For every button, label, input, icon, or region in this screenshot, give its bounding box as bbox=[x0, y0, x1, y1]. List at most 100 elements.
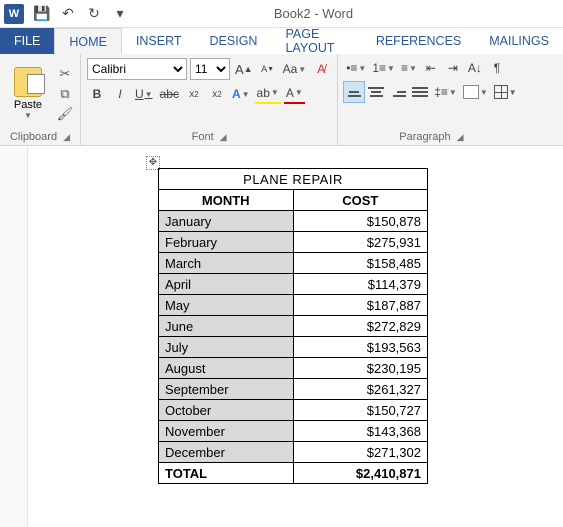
cost-cell[interactable]: $261,327 bbox=[293, 379, 428, 400]
bold-button[interactable]: B bbox=[87, 84, 107, 104]
table-row[interactable]: February$275,931 bbox=[159, 232, 428, 253]
strikethrough-button[interactable]: abc bbox=[158, 84, 181, 104]
qat-customize-icon[interactable]: ▾ bbox=[112, 6, 128, 22]
cost-cell[interactable]: $230,195 bbox=[293, 358, 428, 379]
table-row[interactable]: April$114,379 bbox=[159, 274, 428, 295]
month-cell[interactable]: March bbox=[159, 253, 294, 274]
clipboard-launcher-icon[interactable]: ◢ bbox=[63, 132, 70, 143]
undo-icon[interactable]: ↶ bbox=[60, 6, 76, 22]
month-cell[interactable]: April bbox=[159, 274, 294, 295]
month-cell[interactable]: May bbox=[159, 295, 294, 316]
month-cell[interactable]: October bbox=[159, 400, 294, 421]
table-row[interactable]: June$272,829 bbox=[159, 316, 428, 337]
cost-cell[interactable]: $150,727 bbox=[293, 400, 428, 421]
month-cell[interactable]: August bbox=[159, 358, 294, 379]
total-value-cell[interactable]: $2,410,871 bbox=[293, 463, 428, 484]
decrease-indent-icon[interactable]: ⇤ bbox=[421, 58, 441, 78]
font-name-select[interactable]: Calibri bbox=[87, 58, 187, 80]
text-effects-button[interactable]: A▼ bbox=[230, 84, 252, 104]
font-color-button[interactable]: A▼ bbox=[284, 84, 305, 104]
tab-insert[interactable]: INSERT bbox=[122, 28, 196, 54]
align-left-button[interactable] bbox=[344, 82, 364, 102]
table-row[interactable]: January$150,878 bbox=[159, 211, 428, 232]
highlight-button[interactable]: ab▼ bbox=[255, 84, 281, 104]
cost-cell[interactable]: $114,379 bbox=[293, 274, 428, 295]
table-header-row[interactable]: MONTH COST bbox=[159, 190, 428, 211]
month-cell[interactable]: September bbox=[159, 379, 294, 400]
cost-cell[interactable]: $143,368 bbox=[293, 421, 428, 442]
tab-page-layout[interactable]: PAGE LAYOUT bbox=[271, 28, 361, 54]
italic-button[interactable]: I bbox=[110, 84, 130, 104]
table-row[interactable]: August$230,195 bbox=[159, 358, 428, 379]
group-paragraph: •≡▼ 1≡▼ ≡▼ ⇤ ⇥ A↓ ¶ ‡≡▼ ▼ ▼ bbox=[338, 54, 524, 145]
subscript-button[interactable]: x2 bbox=[184, 84, 204, 104]
table-row[interactable]: December$271,302 bbox=[159, 442, 428, 463]
cost-cell[interactable]: $272,829 bbox=[293, 316, 428, 337]
table-title-cell[interactable]: PLANE REPAIR bbox=[159, 169, 428, 190]
word-app-icon: W bbox=[4, 4, 24, 24]
cost-cell[interactable]: $275,931 bbox=[293, 232, 428, 253]
bullets-button[interactable]: •≡▼ bbox=[344, 58, 368, 78]
save-icon[interactable]: 💾 bbox=[34, 6, 50, 22]
tab-mailings[interactable]: MAILINGS bbox=[475, 28, 563, 54]
underline-button[interactable]: U▼ bbox=[133, 84, 155, 104]
tab-references[interactable]: REFERENCES bbox=[362, 28, 475, 54]
borders-button[interactable]: ▼ bbox=[492, 82, 519, 102]
table-row[interactable]: September$261,327 bbox=[159, 379, 428, 400]
font-launcher-icon[interactable]: ◢ bbox=[220, 132, 227, 143]
cost-cell[interactable]: $193,563 bbox=[293, 337, 428, 358]
cost-cell[interactable]: $158,485 bbox=[293, 253, 428, 274]
sort-button[interactable]: A↓ bbox=[465, 58, 485, 78]
paste-button[interactable]: Paste ▼ bbox=[6, 58, 50, 129]
cost-cell[interactable]: $271,302 bbox=[293, 442, 428, 463]
table-row[interactable]: July$193,563 bbox=[159, 337, 428, 358]
cost-cell[interactable]: $150,878 bbox=[293, 211, 428, 232]
cost-cell[interactable]: $187,887 bbox=[293, 295, 428, 316]
change-case-button[interactable]: Aa▼ bbox=[281, 59, 309, 79]
redo-icon[interactable]: ↻ bbox=[86, 6, 102, 22]
month-cell[interactable]: July bbox=[159, 337, 294, 358]
table-title-row[interactable]: PLANE REPAIR bbox=[159, 169, 428, 190]
clear-formatting-icon[interactable]: A̸ bbox=[311, 59, 331, 79]
plane-repair-table[interactable]: PLANE REPAIR MONTH COST January$150,878F… bbox=[158, 168, 428, 484]
align-right-button[interactable] bbox=[388, 82, 408, 102]
month-cell[interactable]: November bbox=[159, 421, 294, 442]
numbering-button[interactable]: 1≡▼ bbox=[370, 58, 397, 78]
table-row[interactable]: March$158,485 bbox=[159, 253, 428, 274]
format-painter-icon[interactable]: 🖌 bbox=[56, 106, 74, 122]
table-move-handle-icon[interactable]: ✥ bbox=[146, 156, 160, 170]
document-page[interactable]: ✥ PLANE REPAIR MONTH COST January$150,87… bbox=[28, 146, 563, 527]
table-total-row[interactable]: TOTAL $2,410,871 bbox=[159, 463, 428, 484]
document-area: ✥ PLANE REPAIR MONTH COST January$150,87… bbox=[0, 146, 563, 527]
month-cell[interactable]: December bbox=[159, 442, 294, 463]
align-center-button[interactable] bbox=[366, 82, 386, 102]
month-cell[interactable]: February bbox=[159, 232, 294, 253]
header-month[interactable]: MONTH bbox=[159, 190, 294, 211]
line-spacing-button[interactable]: ‡≡▼ bbox=[432, 82, 459, 102]
month-cell[interactable]: June bbox=[159, 316, 294, 337]
font-size-select[interactable]: 11 bbox=[190, 58, 230, 80]
paragraph-launcher-icon[interactable]: ◢ bbox=[457, 132, 464, 143]
group-font: Calibri 11 A▲ A▼ Aa▼ A̸ B I U▼ abc x2 x2… bbox=[81, 54, 338, 145]
table-row[interactable]: May$187,887 bbox=[159, 295, 428, 316]
multilevel-list-button[interactable]: ≡▼ bbox=[399, 58, 419, 78]
grow-font-icon[interactable]: A▲ bbox=[233, 59, 255, 79]
header-cost[interactable]: COST bbox=[293, 190, 428, 211]
superscript-button[interactable]: x2 bbox=[207, 84, 227, 104]
cut-icon[interactable]: ✂ bbox=[56, 66, 74, 82]
total-label-cell[interactable]: TOTAL bbox=[159, 463, 294, 484]
shading-button[interactable]: ▼ bbox=[461, 82, 490, 102]
tab-design[interactable]: DESIGN bbox=[196, 28, 272, 54]
increase-indent-icon[interactable]: ⇥ bbox=[443, 58, 463, 78]
table-row[interactable]: October$150,727 bbox=[159, 400, 428, 421]
table-row[interactable]: November$143,368 bbox=[159, 421, 428, 442]
month-cell[interactable]: January bbox=[159, 211, 294, 232]
align-justify-button[interactable] bbox=[410, 82, 430, 102]
shrink-font-icon[interactable]: A▼ bbox=[258, 59, 278, 79]
paste-label: Paste bbox=[14, 99, 42, 111]
tab-home[interactable]: HOME bbox=[54, 28, 122, 54]
title-bar: W 💾 ↶ ↻ ▾ Book2 - Word bbox=[0, 0, 563, 28]
tab-file[interactable]: FILE bbox=[0, 28, 54, 54]
copy-icon[interactable]: ⧉ bbox=[56, 86, 74, 102]
show-marks-button[interactable]: ¶ bbox=[487, 58, 507, 78]
